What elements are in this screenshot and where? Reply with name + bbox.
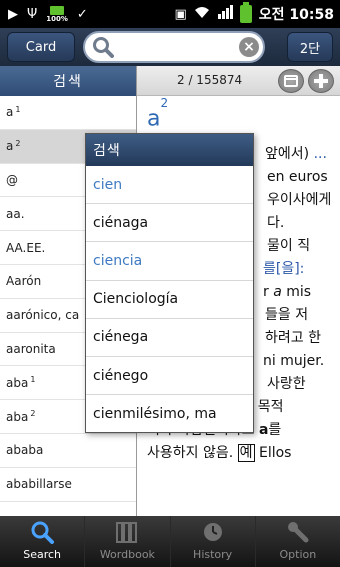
entry-text: Ellos xyxy=(254,445,292,462)
word-list-item-label: AA.EE. xyxy=(6,240,46,255)
wifi-icon xyxy=(194,6,210,23)
tab-label: Wordbook xyxy=(99,548,155,561)
status-right-icons: ▣ 오전 10:58 xyxy=(174,0,334,28)
search-suggestion-popup: 검색 cien ciénaga ciencia Cienciología ciénega… xyxy=(85,133,254,433)
word-list-item-label: ababa xyxy=(6,443,44,458)
entry-text: mis xyxy=(281,284,312,301)
battery-icon xyxy=(239,2,252,23)
word-list-item-label: aaronita xyxy=(6,341,56,356)
books-icon xyxy=(114,520,140,544)
word-list-item-superscript: 2 xyxy=(15,138,21,148)
popup-title: 검색 xyxy=(86,134,253,166)
tab-option[interactable]: Option xyxy=(256,516,340,567)
popup-suggestion-item[interactable]: ciencia xyxy=(86,242,253,281)
word-list-item[interactable]: a1 xyxy=(0,96,136,130)
vibrate-icon: ▣ xyxy=(174,6,187,22)
tab-label: History xyxy=(193,548,233,561)
popup-suggestion-item[interactable]: cien xyxy=(86,166,253,205)
battery-full-notification-icon: 100% xyxy=(46,5,68,23)
entry-text: ni mujer. xyxy=(263,353,325,370)
tab-history[interactable]: History xyxy=(171,516,256,567)
word-list-item-label: @ xyxy=(6,172,18,187)
word-list-item-label: aba xyxy=(6,409,29,424)
battery-percent-label: 100% xyxy=(46,14,68,23)
entry-text: 예 xyxy=(237,444,255,463)
popup-suggestion-item[interactable]: ciénaga xyxy=(86,204,253,243)
word-list-item-label: Aarón xyxy=(6,274,42,289)
search-icon xyxy=(92,36,114,58)
word-list-item-label: aarónico, ca xyxy=(6,308,80,323)
plus-icon xyxy=(314,74,328,88)
two-column-button[interactable]: 2단 xyxy=(287,32,333,62)
entry-text: 사랑한 xyxy=(267,376,306,393)
entry-text: 물이 직 xyxy=(267,238,311,255)
left-pane-header: 검색 xyxy=(0,66,136,96)
entry-text: 를 xyxy=(268,422,282,439)
word-list-item[interactable]: ababillarse xyxy=(0,468,136,502)
play-store-icon: ▶ xyxy=(8,6,18,22)
entry-text: 사용하지 않음. xyxy=(147,445,238,462)
screen: ▶ Ψ 100% ✓ ▣ 오전 10:58 Card × 2단 검색 a 1 a… xyxy=(0,0,340,567)
status-left-icons: ▶ Ψ 100% ✓ xyxy=(0,5,88,23)
entry-text: a xyxy=(258,422,269,439)
right-pane-header: 2 / 155874 xyxy=(137,66,340,96)
popup-list: cien ciénaga ciencia Cienciología ciénega cié… xyxy=(86,166,253,432)
page-counter: 2 / 155874 xyxy=(177,73,243,87)
word-list-item-label: a xyxy=(6,139,14,154)
entry-text: 하려고 한 xyxy=(265,330,321,347)
signal-icon xyxy=(217,5,233,23)
entry-text: en euros xyxy=(267,169,328,186)
clear-search-icon[interactable]: × xyxy=(239,37,259,57)
word-list-item-label: aa. xyxy=(6,206,25,221)
clock-icon xyxy=(200,520,226,544)
tab-wordbook[interactable]: Wordbook xyxy=(85,516,171,567)
popup-suggestion-item[interactable]: Cienciología xyxy=(86,281,253,319)
tab-search[interactable]: Search xyxy=(0,516,86,567)
tab-label: Option xyxy=(279,548,317,561)
word-list-item-superscript: 2 xyxy=(30,409,36,419)
entry-text: 우이사에게 xyxy=(267,192,332,209)
usb-icon: Ψ xyxy=(27,6,38,22)
check-icon: ✓ xyxy=(76,6,88,22)
entry-text: 들을 저 xyxy=(265,307,309,324)
entry-line: 사용하지 않음. 예 Ellos xyxy=(147,442,334,465)
entry-text: ... xyxy=(313,146,327,163)
word-list-item-superscript: 1 xyxy=(30,375,36,385)
status-bar: ▶ Ψ 100% ✓ ▣ 오전 10:58 xyxy=(0,0,340,28)
word-list-item-label: ababillarse xyxy=(6,477,72,492)
search-input[interactable] xyxy=(119,37,237,57)
entry-text: 앞에서) xyxy=(265,146,314,163)
word-list-item-label: a xyxy=(6,105,14,120)
bookmark-list-button[interactable] xyxy=(278,69,304,93)
popup-suggestion-item[interactable]: ciénego xyxy=(86,357,253,396)
list-icon xyxy=(284,75,298,87)
tab-label: Search xyxy=(23,548,62,561)
add-button[interactable] xyxy=(308,69,334,93)
wrench-icon xyxy=(285,520,311,544)
popup-suggestion-item[interactable]: ciénega xyxy=(86,319,253,357)
entry-headword: a2 xyxy=(147,96,169,132)
word-list-item[interactable]: ababa xyxy=(0,434,136,468)
search-icon xyxy=(29,520,55,544)
entry-text: 다. xyxy=(267,215,285,232)
entry-text: r xyxy=(263,284,274,301)
bottom-tab-bar: Search Wordbook History Option xyxy=(0,516,340,567)
word-list-item-label: aba xyxy=(6,375,29,390)
search-box[interactable]: × xyxy=(83,31,265,63)
word-list-item-superscript: 1 xyxy=(15,104,21,114)
entry-text: 를[을]: xyxy=(263,261,305,278)
status-time: 오전 10:58 xyxy=(258,7,334,23)
popup-suggestion-item[interactable]: cienmilésimo, ma xyxy=(86,395,253,432)
card-button[interactable]: Card xyxy=(7,32,75,62)
top-toolbar: Card × 2단 xyxy=(0,28,340,66)
entry-text: a xyxy=(273,284,282,301)
